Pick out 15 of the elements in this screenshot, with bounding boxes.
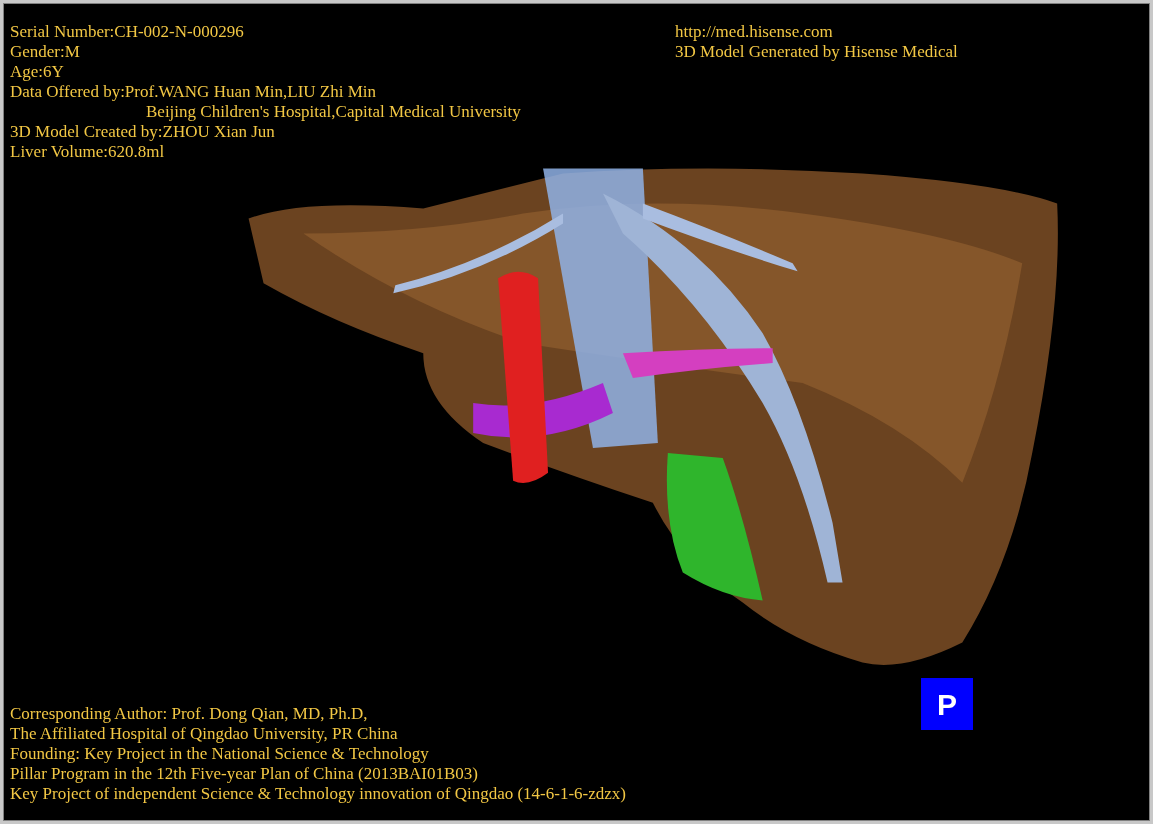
credit-text: Key Project of independent Science & Technology innovation of Qingdao (14-6-1-6-zdzx) (10, 784, 626, 804)
credit-text: Pillar Program in the 12th Five-year Plan of China (2013BAI01B03) (10, 764, 479, 784)
info-text: Serial Number:CH-002-N-000296 (10, 22, 245, 42)
credit-text: Founding: Key Project in the National Science & Technology (10, 744, 430, 764)
credit-text: The Affiliated Hospital of Qingdao University, PR China (10, 724, 399, 744)
info-text: Data Offered by:Prof.WANG Huan Min,LIU Zhi Min (10, 82, 378, 102)
info-text: Gender:M (10, 42, 81, 62)
info-text: 3D Model Generated by Hisense Medical (675, 42, 959, 62)
credit-text: Corresponding Author: Prof. Dong Qian, MD, Ph.D, (10, 704, 369, 724)
view-badge[interactable]: P (921, 678, 973, 730)
info-continuation-text: Beijing Children's Hospital,Capital Medical University (145, 102, 521, 122)
info-text: Liver Volume:620.8ml (10, 142, 166, 162)
info-text: 3D Model Created by:ZHOU Xian Jun (10, 122, 276, 142)
website-link[interactable]: http://med.hisense.com (675, 22, 1125, 42)
info-text: Age:6Y (10, 62, 65, 82)
